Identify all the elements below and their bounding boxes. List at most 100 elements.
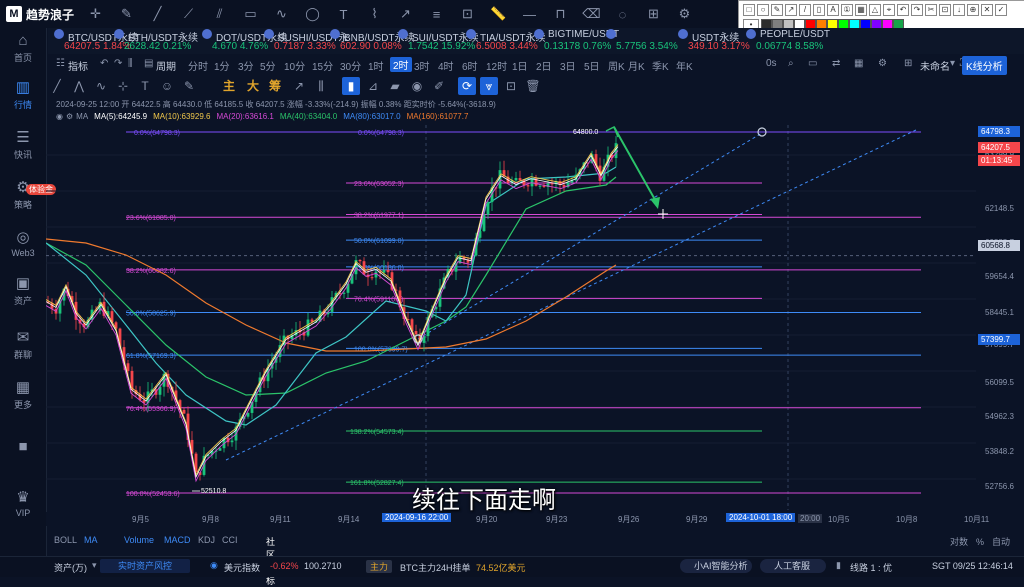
palette-pin2-icon[interactable]: ⊕ [967,4,979,16]
chips-button[interactable]: 筹 [266,77,284,95]
crosshair-icon[interactable]: ✛ [80,6,111,22]
text-tool-icon[interactable]: T [136,77,154,95]
timeframe-1[interactable]: 1分 [214,58,230,73]
magnet-icon[interactable]: ⊓ [545,6,576,22]
timeframe-18[interactable]: 月K [628,58,645,73]
ai-analysis-button[interactable]: 小AI智能分析 [680,559,752,573]
template-icon[interactable]: ▦ [854,58,863,69]
timeframe-12[interactable]: 12时 [486,58,507,73]
palette-line-icon[interactable]: / [799,4,811,16]
settings-small-icon[interactable]: ⚙ [66,112,73,121]
brush-icon[interactable]: ⌇ [359,6,390,22]
axis-option[interactable]: 自动 [992,535,1010,548]
bookmark-icon[interactable]: ▮ [342,77,360,95]
palette-circle-icon[interactable]: ○ [757,4,769,16]
timeframe-15[interactable]: 3日 [560,58,576,73]
ruler-icon[interactable]: 📏 [483,6,514,22]
ray-icon[interactable]: ⟋ [173,6,204,22]
timeframe-8[interactable]: 2时 [390,57,412,72]
palette-mosaic-icon[interactable]: ▦ [855,4,867,16]
indicator-tab[interactable]: CCI [222,535,238,545]
customer-service-button[interactable]: 人工客服 [760,559,826,573]
sidebar-item-web3[interactable]: ◎ Web3 [0,228,46,258]
main-force-button[interactable]: 主 [220,77,238,95]
palette-crop-icon[interactable]: ⊡ [939,4,951,16]
lock-tool-icon[interactable]: ⊡ [502,77,520,95]
sidebar-item-news[interactable]: ☰ 快讯 [0,128,46,161]
pin-icon[interactable]: ⊿ [364,77,382,95]
text-icon[interactable]: T [328,7,359,22]
pattern-icon[interactable]: ⊹ [114,77,132,95]
dropdown-icon[interactable]: ▾ [950,58,955,69]
pen-icon[interactable]: ✎ [111,6,142,22]
timeframe-19[interactable]: 季K [652,58,669,73]
timeframe-7[interactable]: 1时 [368,58,384,73]
indicator-tab[interactable]: MACD [164,535,191,545]
palette-save-icon[interactable]: ↓ [953,4,965,16]
palette-pin-icon[interactable]: ⌖ [883,4,895,16]
ruler-tool-icon[interactable]: ▰ [386,77,404,95]
big-order-button[interactable]: 大 [244,77,262,95]
rect-icon[interactable]: ▭ [235,6,266,22]
delete-icon[interactable]: 🗑 [524,77,542,95]
chart-settings-icon[interactable]: ⚙ [878,58,887,69]
ellipse-icon[interactable]: ◯ [297,6,328,22]
palette-pen-icon[interactable]: ✎ [771,4,783,16]
palette-redo-icon[interactable]: ↷ [911,4,923,16]
indicator-tab[interactable]: MA [84,535,98,545]
timeframe-9[interactable]: 3时 [414,58,430,73]
curve-icon[interactable]: ∿ [266,6,297,22]
brush-tool-icon[interactable]: ✎ [180,77,198,95]
layout-icon[interactable]: ▭ [808,58,817,69]
axis-option[interactable]: 对数 [950,535,968,548]
sidebar-item-more[interactable]: ▦ 更多 [0,378,46,411]
timeframe-17[interactable]: 周K [608,58,625,73]
line-icon[interactable]: ╱ [142,6,173,22]
candle-mark-icon[interactable]: ⫼ [312,77,330,95]
visibility-icon[interactable]: ◉ [408,77,426,95]
line-status[interactable]: 线路 1 : 优 [850,561,892,574]
undo-icon[interactable]: ↶ [100,58,108,69]
eraser-icon[interactable]: ⌫ [576,6,607,22]
zigzag-icon[interactable]: ⋀ [70,77,88,95]
palette-arrow-icon[interactable]: ↗ [785,4,797,16]
settings-icon[interactable]: ⚙ [669,6,700,22]
palette-shape-icon[interactable]: △ [869,4,881,16]
wave-icon[interactable]: ∿ [92,77,110,95]
edit-icon[interactable]: ✐ [430,77,448,95]
axis-option[interactable]: % [976,537,984,547]
measure-icon[interactable]: ⊡ [452,6,483,22]
palette-close-icon[interactable]: ✕ [981,4,993,16]
timeframe-16[interactable]: 5日 [584,58,600,73]
sidebar-item-chat[interactable]: ✉ 群聊 [0,328,46,361]
palette-cut-icon[interactable]: ✂ [925,4,937,16]
palette-num-icon[interactable]: ① [841,4,853,16]
indicator-tab[interactable]: Volume [124,535,154,545]
hide-icon[interactable]: ◌ [607,7,638,22]
timeframe-5[interactable]: 15分 [312,58,333,73]
redo-icon[interactable]: ↷ [114,58,122,69]
period-button[interactable]: 周期 [156,58,176,73]
fib-icon[interactable]: ≡ [421,7,452,22]
grid-icon[interactable]: ⊞ [904,58,912,69]
compare-icon[interactable]: ⇄ [832,58,840,69]
sidebar-item-app[interactable]: ■ [0,438,46,457]
arrow-mark-icon[interactable]: ↗ [290,77,308,95]
kline-analysis-button[interactable]: K线分析 [962,56,1007,75]
layout-name[interactable]: 未命名 [920,58,950,73]
timeframe-6[interactable]: 30分 [340,58,361,73]
indicators-button[interactable]: 指标 [68,58,88,73]
arrow-icon[interactable]: ↗ [390,6,421,22]
magnet-tool-icon[interactable]: ⟳ [458,77,476,95]
sidebar-item-wallet[interactable]: ▣ 资产 [0,274,46,307]
indicator-tab[interactable]: BOLL [54,535,77,545]
palette-text-icon[interactable]: A [827,4,839,16]
palette-marker-icon[interactable]: ▯ [813,4,825,16]
timeframe-14[interactable]: 2日 [536,58,552,73]
timeframe-2[interactable]: 3分 [238,58,254,73]
risk-control-button[interactable]: 实时资产风控 [100,559,190,573]
timeframe-11[interactable]: 6时 [462,58,478,73]
lock-icon[interactable]: ⊞ [638,6,669,22]
sidebar-item-market[interactable]: ▥ 行情 [0,78,46,111]
timeframe-4[interactable]: 10分 [284,58,305,73]
